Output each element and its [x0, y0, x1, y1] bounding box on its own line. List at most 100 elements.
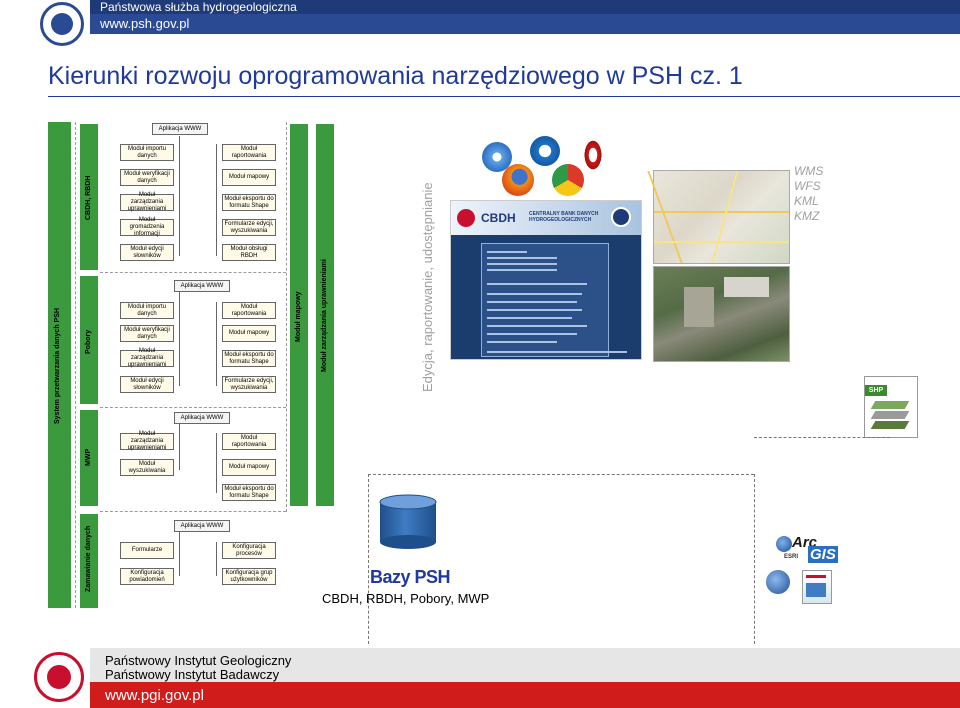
- module-box: Moduł wyszukiwania: [120, 459, 174, 476]
- footer-line2: Państwowy Instytut Badawczy: [105, 667, 280, 682]
- section-label-cbdh: CBDH, RBDH: [85, 175, 92, 220]
- architecture-diagram: System przetwarzania danych PSH CBDH, RB…: [48, 122, 343, 610]
- module-box: Moduł obsługi RBDH: [222, 244, 276, 261]
- satellite-map-image: [653, 266, 790, 362]
- screenshot-panel: [481, 243, 609, 357]
- pgi-logo: [34, 652, 84, 702]
- title-underline: [48, 96, 960, 97]
- arcgis-gis: GIS: [808, 546, 838, 563]
- section-label-pobory: Pobory: [85, 329, 92, 354]
- page-title: Kierunki rozwoju oprogramowania narzędzi…: [48, 62, 743, 90]
- connector: [216, 144, 217, 256]
- connector: [179, 292, 180, 386]
- screenshot-row: [487, 263, 557, 265]
- screenshot-row: [487, 251, 527, 253]
- screenshot-row: [487, 283, 587, 285]
- connector: [179, 532, 180, 576]
- format-item: KMZ: [794, 209, 820, 223]
- app-www: Aplikacja WWW: [174, 520, 230, 532]
- chrome-icon: [552, 164, 584, 196]
- separator: [100, 272, 286, 273]
- connector-line: [754, 474, 755, 644]
- screenshot-row: [487, 325, 587, 327]
- geomedia-icon: [766, 570, 790, 594]
- module-box: Moduł eksportu do formatu Shape: [222, 350, 276, 367]
- software-box-icon: [802, 570, 832, 604]
- screenshot-row: [487, 351, 627, 353]
- module-box: Moduł raportowania: [222, 433, 276, 450]
- system-bar-label: System przetwarzania danych PSH: [54, 308, 61, 424]
- app-www: Aplikacja WWW: [174, 412, 230, 424]
- format-item: WFS: [794, 179, 821, 193]
- separator: [100, 407, 286, 408]
- module-box: Moduł importu danych: [120, 144, 174, 161]
- module-box: Konfiguracja grup użytkowników: [222, 568, 276, 585]
- cbdh-logo-icon: [457, 209, 475, 227]
- database-icon: [379, 494, 437, 549]
- module-box: Moduł weryfikacji danych: [120, 325, 174, 342]
- module-box: Moduł eksportu do formatu Shape: [222, 484, 276, 501]
- module-box: Moduł zarządzania uprawnieniami: [120, 431, 174, 451]
- service-formats: WMS WFS KML KMZ: [794, 164, 823, 224]
- shared-label-uprawnienia: Moduł zarządzania uprawnieniami: [321, 259, 328, 372]
- connector-line: [754, 437, 890, 438]
- connector-line: [368, 474, 369, 644]
- footer-line1: Państwowy Instytut Geologiczny: [105, 653, 292, 668]
- screenshot-row: [487, 309, 582, 311]
- shared-label-mapowy: Moduł mapowy: [295, 291, 302, 342]
- module-box: Moduł gromadzenia informacji: [120, 217, 174, 237]
- footer-band-url: [90, 682, 960, 708]
- screenshot-row: [487, 293, 582, 295]
- screenshot-row: [487, 333, 577, 335]
- module-box: Moduł zarządzania uprawnieniami: [120, 192, 174, 212]
- app-www-top: Aplikacja WWW: [152, 123, 208, 135]
- connector: [179, 136, 180, 256]
- separator: [75, 122, 76, 608]
- connector: [216, 433, 217, 493]
- footer: Państwowy Instytut Geologiczny Państwowy…: [0, 648, 960, 708]
- header-url[interactable]: www.psh.gov.pl: [100, 15, 189, 33]
- screenshot-row: [487, 301, 577, 303]
- separator: [100, 511, 286, 512]
- cbdh-screenshot: CBDH CENTRALNY BANK DANYCH HYDROGEOLOGIC…: [450, 200, 642, 360]
- screenshot-brand: CBDH: [481, 211, 516, 225]
- module-box: Moduł eksportu do formatu Shape: [222, 194, 276, 211]
- header: Państwowa służba hydrogeologiczna www.ps…: [0, 0, 960, 46]
- shp-label: SHP: [865, 385, 887, 396]
- globe-icon: [776, 536, 792, 552]
- opera-icon: [580, 139, 606, 171]
- database-sublabel: CBDH, RBDH, Pobory, MWP: [322, 591, 490, 606]
- screenshot-row: [487, 317, 572, 319]
- screenshot-brand-sub: CENTRALNY BANK DANYCH HYDROGEOLOGICZNYCH: [529, 211, 599, 223]
- separator: [286, 122, 287, 512]
- app-www: Aplikacja WWW: [174, 280, 230, 292]
- section-label-mwp: MWP: [85, 448, 92, 466]
- connector-line: [368, 474, 754, 475]
- arcgis-logo: Arc GIS ESRI: [776, 534, 838, 566]
- header-org: Państwowa służba hydrogeologiczna: [100, 0, 297, 14]
- module-box: Moduł zarządzania uprawnieniami: [120, 348, 174, 368]
- module-box: Moduł raportowania: [222, 144, 276, 161]
- module-box: Konfiguracja powiadomień: [120, 568, 174, 585]
- format-item: WMS: [794, 164, 824, 178]
- module-box: Formularze: [120, 542, 174, 559]
- screenshot-row: [487, 341, 557, 343]
- format-item: KML: [794, 194, 819, 208]
- street-map-image: [647, 170, 790, 264]
- connector: [179, 424, 180, 470]
- module-box: Moduł weryfikacji danych: [120, 169, 174, 186]
- module-box: Moduł mapowy: [222, 169, 276, 186]
- module-box: Moduł edycji słowników: [120, 376, 174, 393]
- module-box: Moduł importu danych: [120, 302, 174, 319]
- ie-icon: [530, 136, 560, 166]
- module-box: Moduł mapowy: [222, 459, 276, 476]
- module-box: Moduł raportowania: [222, 302, 276, 319]
- module-box: Konfiguracja procesów: [222, 542, 276, 559]
- module-box: Moduł edycji słowników: [120, 244, 174, 261]
- module-box: Formularze edycji, wyszukiwania: [222, 376, 276, 393]
- footer-url[interactable]: www.pgi.gov.pl: [105, 687, 204, 704]
- connector: [216, 542, 217, 576]
- database-label: Bazy PSH: [370, 567, 451, 587]
- connector: [216, 302, 217, 386]
- section-label-zamawianie: Zamawianie danych: [85, 525, 92, 592]
